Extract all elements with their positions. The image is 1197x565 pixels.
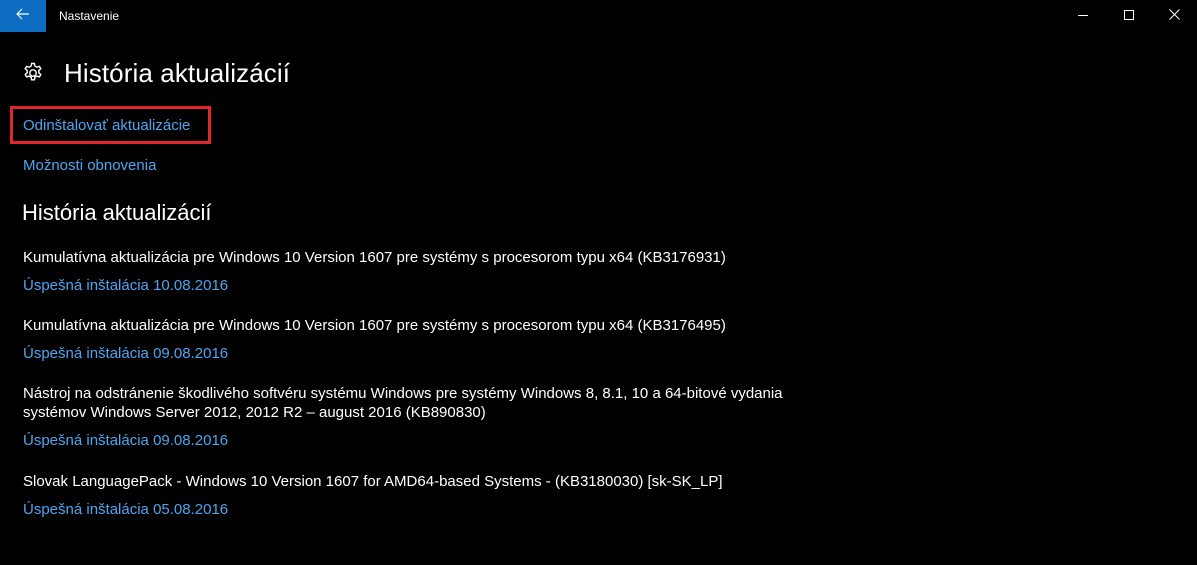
update-item: Nástroj na odstránenie škodlivého softvé… xyxy=(23,384,803,450)
back-arrow-icon xyxy=(16,7,30,25)
close-icon xyxy=(1168,7,1180,25)
update-item: Slovak LanguagePack - Windows 10 Version… xyxy=(23,472,803,519)
minimize-icon xyxy=(1078,7,1088,25)
title-bar: Nastavenie xyxy=(0,0,1197,32)
minimize-button[interactable] xyxy=(1060,0,1106,32)
settings-window: Nastavenie História aktualizácií Odinšta… xyxy=(0,0,1197,565)
update-item: Kumulatívna aktualizácia pre Windows 10 … xyxy=(23,248,803,295)
update-status-link[interactable]: Úspešná inštalácia 09.08.2016 xyxy=(23,431,228,450)
update-status-link[interactable]: Úspešná inštalácia 10.08.2016 xyxy=(23,276,228,295)
close-button[interactable] xyxy=(1151,0,1197,32)
app-title: Nastavenie xyxy=(59,9,120,23)
update-status-link[interactable]: Úspešná inštalácia 05.08.2016 xyxy=(23,500,228,519)
recovery-options-link[interactable]: Možnosti obnovenia xyxy=(23,157,156,174)
history-section-title: História aktualizácií xyxy=(22,200,212,225)
maximize-icon xyxy=(1124,7,1134,25)
back-button[interactable] xyxy=(0,0,46,32)
gear-icon xyxy=(22,62,44,84)
update-name: Kumulatívna aktualizácia pre Windows 10 … xyxy=(23,317,726,334)
update-item: Kumulatívna aktualizácia pre Windows 10 … xyxy=(23,316,803,363)
uninstall-updates-link[interactable]: Odinštalovať aktualizácie xyxy=(23,117,190,134)
update-status-link[interactable]: Úspešná inštalácia 09.08.2016 xyxy=(23,344,228,363)
maximize-button[interactable] xyxy=(1106,0,1152,32)
update-name: Kumulatívna aktualizácia pre Windows 10 … xyxy=(23,249,726,266)
update-name: Slovak LanguagePack - Windows 10 Version… xyxy=(23,473,723,490)
update-name: Nástroj na odstránenie škodlivého softvé… xyxy=(23,385,783,421)
page-header: História aktualizácií xyxy=(22,58,290,88)
page-title: História aktualizácií xyxy=(64,57,291,88)
